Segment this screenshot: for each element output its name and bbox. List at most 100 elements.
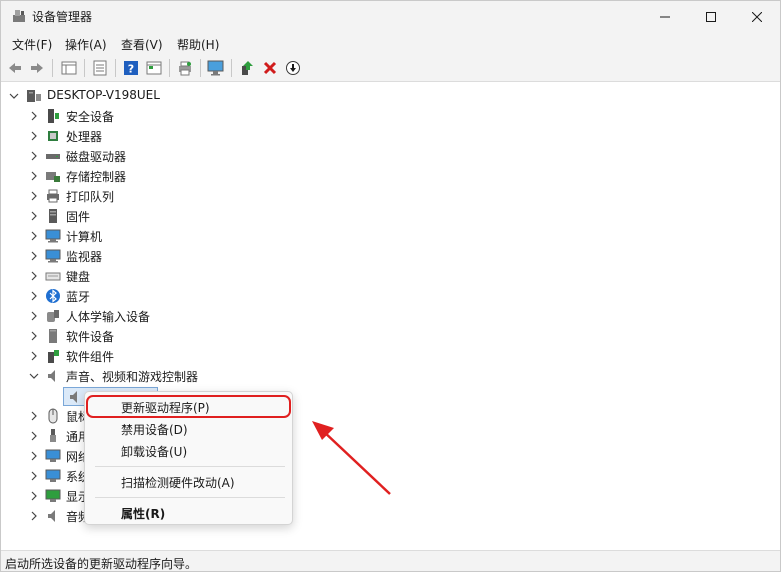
forward-button[interactable] <box>27 58 47 78</box>
tree-item-label: 键盘 <box>66 270 91 284</box>
chevron-right-icon[interactable] <box>29 151 39 161</box>
chevron-right-icon[interactable] <box>29 331 39 341</box>
tree-item-label: 系统 <box>66 470 86 484</box>
keyboard-icon <box>45 272 61 281</box>
chevron-right-icon[interactable] <box>29 251 39 261</box>
tree-item-label: 监视器 <box>66 250 103 264</box>
uninstall-icon <box>263 61 277 75</box>
tree-item[interactable]: 打印队列 <box>1 186 301 206</box>
menu-scan-hardware[interactable]: 扫描检测硬件改动(A) <box>121 474 235 491</box>
chevron-right-icon[interactable] <box>29 471 39 481</box>
tree-item[interactable]: 处理器 <box>1 126 301 146</box>
tree-item[interactable]: 计算机 <box>1 226 301 246</box>
maximize-button[interactable] <box>688 1 734 32</box>
tree-item[interactable]: 存储控制器 <box>1 166 301 186</box>
print-queue-icon <box>47 189 59 203</box>
tree-item-label: 磁盘驱动器 <box>66 150 127 164</box>
minimize-icon <box>660 16 670 17</box>
disable-device-button[interactable] <box>283 58 303 78</box>
firmware-icon <box>49 209 57 223</box>
tree-item[interactable]: 键盘 <box>1 266 301 286</box>
tree-item-label: 计算机 <box>66 230 103 244</box>
speaker-icon <box>48 370 55 382</box>
chevron-right-icon[interactable] <box>29 511 39 521</box>
highlight-box <box>86 395 291 418</box>
menu-properties[interactable]: 属性(R) <box>121 505 165 522</box>
annotation-arrow <box>312 421 391 495</box>
chevron-right-icon[interactable] <box>29 491 39 501</box>
tree-item[interactable]: 软件组件 <box>1 346 301 366</box>
tree-item-label: 软件设备 <box>66 330 115 344</box>
chevron-right-icon[interactable] <box>29 291 39 301</box>
print-button[interactable] <box>175 58 195 78</box>
software-device-icon <box>49 329 57 343</box>
update-driver-button[interactable] <box>237 58 257 78</box>
software-component-icon <box>48 350 59 363</box>
chevron-right-icon[interactable] <box>29 271 39 281</box>
device-manager-app-icon <box>13 10 25 22</box>
menu-file[interactable]: 文件(F) <box>12 36 52 53</box>
tree-item-label: 安全设备 <box>66 110 115 124</box>
chevron-right-icon[interactable] <box>29 311 39 321</box>
tree-item-label: 网络 <box>66 450 86 464</box>
chevron-right-icon[interactable] <box>29 431 39 441</box>
close-icon <box>752 11 762 22</box>
menu-disable-device[interactable]: 禁用设备(D) <box>121 421 188 438</box>
minimize-button[interactable] <box>642 1 688 32</box>
chevron-right-icon[interactable] <box>29 111 39 121</box>
close-button[interactable] <box>734 1 780 32</box>
menu-action[interactable]: 操作(A) <box>65 36 107 53</box>
back-button[interactable] <box>5 58 25 78</box>
status-bar: 启动所选设备的更新驱动程序向导。 <box>1 550 780 571</box>
audio-icon <box>48 510 55 522</box>
menu-help[interactable]: 帮助(H) <box>177 36 219 53</box>
window-title: 设备管理器 <box>32 10 93 24</box>
tree-item[interactable]: 固件 <box>1 206 301 226</box>
tree-item[interactable]: 软件设备 <box>1 326 301 346</box>
security-device-icon <box>48 109 59 123</box>
status-text: 启动所选设备的更新驱动程序向导。 <box>5 557 198 571</box>
chevron-right-icon[interactable] <box>29 171 39 181</box>
storage-controller-icon <box>46 172 60 182</box>
tree-item-label: 通用 <box>66 430 86 444</box>
help-button[interactable]: ? <box>121 58 141 78</box>
tree-item[interactable]: 蓝牙 <box>1 286 301 306</box>
bluetooth-icon <box>46 289 60 303</box>
tree-item[interactable]: 声音、视频和游戏控制器 <box>1 366 301 386</box>
chevron-right-icon[interactable] <box>29 411 39 421</box>
properties-button[interactable] <box>90 58 110 78</box>
view-button[interactable] <box>144 58 164 78</box>
tree-item-label: 声音、视频和游戏控制器 <box>66 370 199 384</box>
tree-item[interactable]: 磁盘驱动器 <box>1 146 301 166</box>
tree-item[interactable]: 监视器 <box>1 246 301 266</box>
properties-sheet-icon <box>93 60 107 76</box>
mouse-icon <box>48 408 58 424</box>
chevron-down-icon[interactable] <box>9 91 19 101</box>
uninstall-button[interactable] <box>260 58 280 78</box>
chevron-right-icon[interactable] <box>29 131 39 141</box>
toolbar: ? <box>1 55 780 82</box>
svg-text:?: ? <box>128 63 134 76</box>
tree-item[interactable]: 安全设备 <box>1 106 301 126</box>
print-icon <box>179 61 191 76</box>
forward-arrow-icon <box>31 63 43 73</box>
chevron-right-icon[interactable] <box>29 211 39 221</box>
chevron-right-icon[interactable] <box>29 191 39 201</box>
tree-root-label: DESKTOP-V198UEL <box>47 88 160 102</box>
scan-hardware-button[interactable] <box>206 58 226 78</box>
tree-item-label: 显示 <box>66 490 86 504</box>
tree-item[interactable]: 人体学输入设备 <box>1 306 301 326</box>
chevron-right-icon[interactable] <box>29 451 39 461</box>
chevron-right-icon[interactable] <box>29 351 39 361</box>
menu-uninstall-device[interactable]: 卸载设备(U) <box>121 443 187 460</box>
tree-root[interactable]: DESKTOP-V198UEL <box>1 86 301 106</box>
menu-bar: 文件(F) 操作(A) 查看(V) 帮助(H) <box>1 32 780 55</box>
tree-item-label: 人体学输入设备 <box>66 310 151 324</box>
chevron-right-icon[interactable] <box>29 231 39 241</box>
show-hide-tree-button[interactable] <box>59 58 79 78</box>
chevron-down-icon[interactable] <box>29 371 39 381</box>
tree-item-label: 处理器 <box>66 130 103 144</box>
monitor-icon <box>45 249 61 263</box>
menu-view[interactable]: 查看(V) <box>121 36 163 53</box>
tree-item-label: 软件组件 <box>66 350 115 364</box>
